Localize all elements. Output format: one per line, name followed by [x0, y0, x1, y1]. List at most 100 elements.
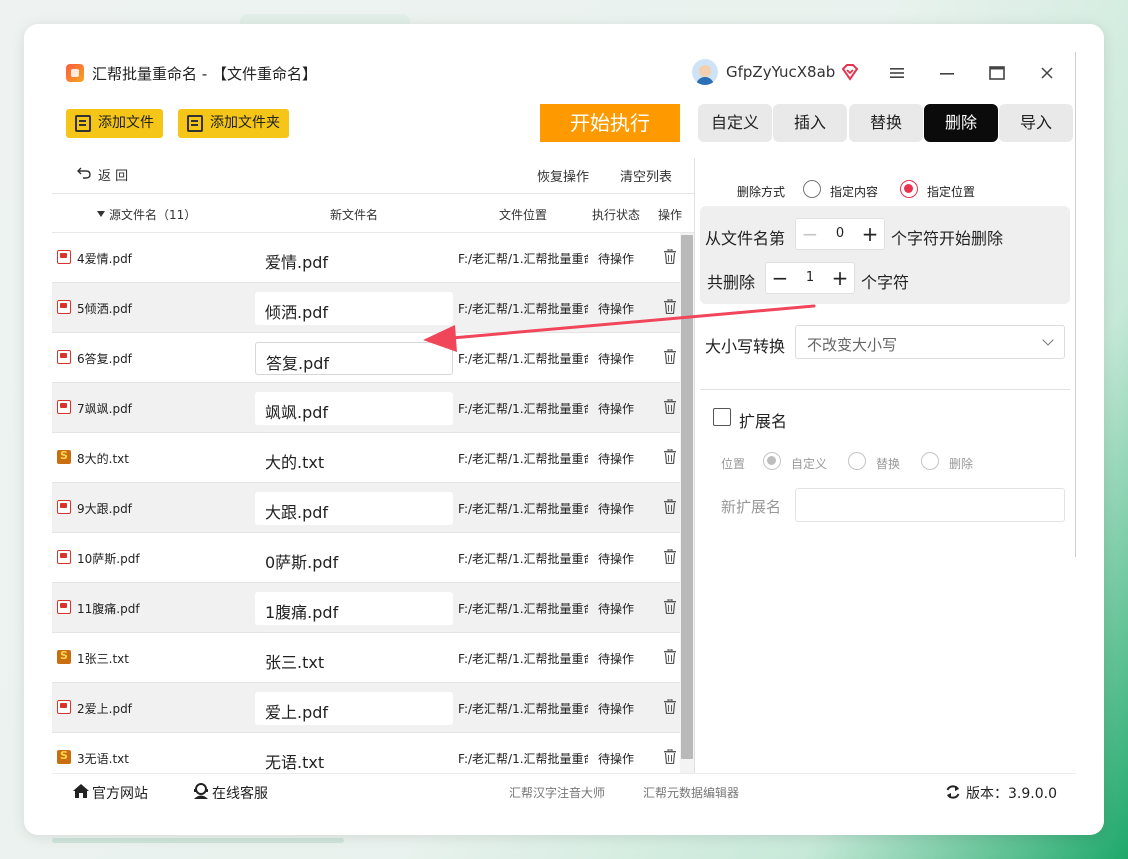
new-filename-field[interactable]: 爱上.pdf [255, 692, 453, 725]
table-row[interactable]: 7飒飒.pdf 飒飒.pdf F:/老汇帮/1.汇帮批量重命名待操作 [52, 383, 680, 433]
file-location: F:/老汇帮/1.汇帮批量重命名 [458, 352, 588, 366]
close-icon[interactable] [1034, 60, 1060, 86]
radio-ext-delete-label[interactable]: 删除 [949, 455, 973, 472]
tab-import[interactable]: 导入 [999, 104, 1073, 142]
table-row[interactable]: 5倾洒.pdf 倾洒.pdf F:/老汇帮/1.汇帮批量重命名待操作 [52, 283, 680, 333]
status-text: 待操作 [598, 502, 635, 516]
radio-specified-position-label[interactable]: 指定位置 [927, 183, 975, 200]
radio-specified-content[interactable] [803, 180, 821, 198]
trash-icon[interactable] [664, 699, 676, 714]
new-filename-field[interactable]: 飒飒.pdf [255, 392, 453, 425]
table-row[interactable]: 8大的.txt 大的.txt F:/老汇帮/1.汇帮批量重命名待操作 [52, 433, 680, 483]
case-conversion-select[interactable]: 不改变大小写 [795, 325, 1065, 359]
tab-custom[interactable]: 自定义 [698, 104, 772, 142]
tab-replace[interactable]: 替换 [849, 104, 923, 142]
table-row[interactable]: 3无语.txt 无语.txt F:/老汇帮/1.汇帮批量重命名待操作 [52, 733, 680, 773]
increment-button[interactable]: + [826, 263, 854, 293]
increment-button[interactable]: + [856, 219, 884, 249]
restore-button[interactable]: 恢复操作 [537, 166, 589, 185]
tool-link-pinyin[interactable]: 汇帮汉字注音大师 [509, 784, 605, 801]
source-filename: 4爱情.pdf [77, 252, 132, 266]
trash-icon[interactable] [664, 549, 676, 564]
add-files-button[interactable]: 添加文件 [66, 109, 163, 138]
radio-ext-delete[interactable] [921, 452, 939, 470]
decrement-button[interactable]: − [796, 219, 824, 249]
official-website-link[interactable]: 官方网站 [92, 783, 148, 803]
table-row[interactable]: 2爱上.pdf 爱上.pdf F:/老汇帮/1.汇帮批量重命名待操作 [52, 683, 680, 733]
avatar[interactable] [692, 59, 718, 85]
source-filename: 5倾洒.pdf [77, 302, 132, 316]
vip-diamond-icon[interactable] [840, 62, 860, 82]
trash-icon[interactable] [664, 499, 676, 514]
tab-delete[interactable]: 删除 [924, 104, 998, 142]
status-text: 待操作 [598, 752, 635, 766]
trash-icon[interactable] [664, 749, 676, 764]
radio-ext-replace[interactable] [848, 452, 866, 470]
table-row[interactable]: 1张三.txt 张三.txt F:/老汇帮/1.汇帮批量重命名待操作 [52, 633, 680, 683]
back-arrow-icon[interactable] [76, 164, 92, 180]
header-action: 操作 [658, 208, 683, 222]
extension-checkbox[interactable] [713, 408, 731, 426]
start-position-stepper[interactable]: − 0 + [795, 218, 885, 250]
decrement-button[interactable]: − [766, 263, 794, 293]
extension-label[interactable]: 扩展名 [739, 408, 787, 432]
menu-icon[interactable] [884, 60, 910, 86]
file-location: F:/老汇帮/1.汇帮批量重命名 [458, 402, 588, 416]
status-text: 待操作 [598, 252, 635, 266]
new-filename: 张三.txt [265, 653, 325, 672]
radio-specified-content-label[interactable]: 指定内容 [830, 183, 878, 200]
delete-count-stepper[interactable]: − 1 + [765, 262, 855, 294]
add-folder-button[interactable]: 添加文件夹 [178, 109, 289, 138]
tool-link-metadata[interactable]: 汇帮元数据编辑器 [643, 784, 739, 801]
customer-service-icon[interactable] [192, 782, 210, 800]
header-source[interactable]: 源文件名（11） [97, 206, 196, 223]
pdf-file-icon [57, 500, 71, 514]
trash-icon[interactable] [664, 249, 676, 264]
table-row[interactable]: 11腹痛.pdf 1腹痛.pdf F:/老汇帮/1.汇帮批量重命名待操作 [52, 583, 680, 633]
new-filename-field[interactable]: 无语.txt [255, 742, 453, 773]
radio-ext-custom-label[interactable]: 自定义 [791, 455, 827, 472]
clear-list-button[interactable]: 清空列表 [620, 166, 672, 185]
radio-specified-position[interactable] [900, 180, 918, 198]
scrollbar-thumb[interactable] [681, 235, 693, 759]
trash-icon[interactable] [664, 649, 676, 664]
pdf-file-icon [57, 300, 71, 314]
trash-icon[interactable] [664, 449, 676, 464]
tab-insert[interactable]: 插入 [773, 104, 847, 142]
maximize-icon[interactable] [984, 60, 1010, 86]
file-location: F:/老汇帮/1.汇帮批量重命名 [458, 302, 588, 316]
file-location: F:/老汇帮/1.汇帮批量重命名 [458, 452, 588, 466]
header-new-name: 新文件名 [330, 208, 379, 222]
header-status: 执行状态 [592, 208, 641, 222]
new-filename-field[interactable]: 张三.txt [255, 642, 453, 675]
new-filename-field[interactable]: 倾洒.pdf [255, 292, 453, 325]
trash-icon[interactable] [664, 599, 676, 614]
new-filename-field[interactable]: 大跟.pdf [255, 492, 453, 525]
home-icon[interactable] [72, 783, 90, 799]
table-row[interactable]: 6答复.pdf 答复.pdf F:/老汇帮/1.汇帮批量重命名待操作 [52, 333, 680, 383]
table-row[interactable]: 4爱情.pdf 爱情.pdf F:/老汇帮/1.汇帮批量重命名待操作 [52, 233, 680, 283]
table-row[interactable]: 10萨斯.pdf 0萨斯.pdf F:/老汇帮/1.汇帮批量重命名待操作 [52, 533, 680, 583]
new-filename-field[interactable]: 0萨斯.pdf [255, 542, 453, 575]
table-row[interactable]: 9大跟.pdf 大跟.pdf F:/老汇帮/1.汇帮批量重命名待操作 [52, 483, 680, 533]
new-filename-field[interactable]: 爱情.pdf [255, 242, 453, 275]
username[interactable]: GfpZyYucX8ab [726, 63, 835, 81]
trash-icon[interactable] [664, 349, 676, 364]
back-button[interactable]: 返 回 [98, 165, 128, 184]
radio-ext-replace-label[interactable]: 替换 [876, 455, 900, 472]
trash-icon[interactable] [664, 399, 676, 414]
minimize-icon[interactable] [934, 60, 960, 86]
start-position-value[interactable]: 0 [824, 219, 856, 249]
start-button[interactable]: 开始执行 [540, 104, 680, 142]
delete-count-value[interactable]: 1 [794, 263, 826, 293]
online-support-link[interactable]: 在线客服 [212, 783, 268, 803]
txt-file-icon [57, 649, 71, 664]
trash-icon[interactable] [664, 299, 676, 314]
new-filename-field[interactable]: 1腹痛.pdf [255, 592, 453, 625]
new-filename-field[interactable]: 答复.pdf [255, 342, 453, 375]
new-extension-input[interactable] [795, 488, 1065, 522]
app-logo-icon [66, 64, 84, 82]
radio-ext-custom[interactable] [763, 452, 781, 470]
refresh-icon[interactable] [945, 784, 961, 800]
new-filename-field[interactable]: 大的.txt [255, 442, 453, 475]
